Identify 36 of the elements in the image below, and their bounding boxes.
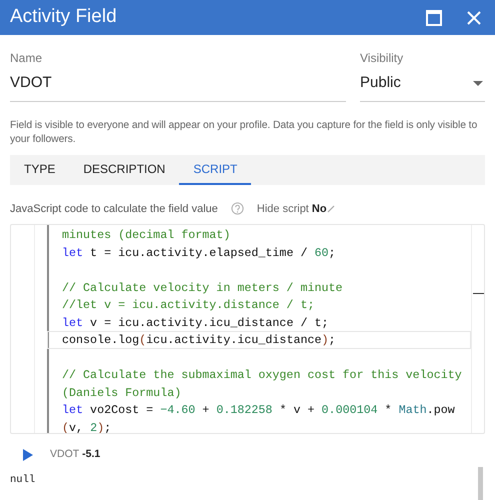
visibility-description: Field is visible to everyone and will appear on your profile. Data you capture for the field is only visible to your followers. [10,118,478,146]
tab[interactable]: SCRIPT [179,154,252,184]
code-line: // Calculate the submaximal oxygen cost for this velocity [61,367,463,384]
run-button[interactable] [23,448,35,461]
field-value: VDOT [10,73,53,93]
result-label: VDOT [50,447,80,462]
result-value: -5.1 [82,447,100,462]
tab[interactable]: DESCRIPTION [69,154,180,184]
code-line: (v, 2); [61,420,112,433]
field-label: Name [10,50,44,67]
code-line: // Calculate velocity in meters / minute [61,280,344,296]
window-title: Activity Field [10,5,118,30]
code-line: let v = icu.activity.icu_distance / t; [61,314,330,331]
help-icon [230,202,244,216]
maximize-icon [426,10,442,26]
hide-script-label: Hide script [256,202,309,216]
close-icon [467,10,481,24]
visibility-select[interactable]: Visibility Public [360,49,485,102]
code-line: let t = icu.activity.elapsed_time / 60; [61,244,337,261]
code-line: minutes (decimal format) [61,227,232,244]
console-output: null [10,472,36,488]
code-line: let vo2Cost = −4.60 + 0.182258 * v + 0.000104 * Math.pow [61,402,456,418]
overview-ruler-mark [473,293,484,294]
hide-script-value[interactable]: No [312,200,327,217]
scrollbar-thumb[interactable] [478,467,483,500]
tab[interactable]: TYPE [10,154,70,184]
pencil-icon [326,204,335,213]
field-label: Visibility [360,50,404,67]
name-field[interactable]: Name VDOT [10,49,346,102]
dropdown-caret-icon [473,80,483,86]
script-label: JavaScript code to calculate the field value [10,202,218,216]
field-value: Public [360,73,402,93]
code-line: (Daniels Formula) [61,384,182,401]
code-line: //let v = icu.activity.distance / t; [61,297,316,314]
play-icon [23,448,33,461]
code-editor[interactable] [10,224,485,434]
